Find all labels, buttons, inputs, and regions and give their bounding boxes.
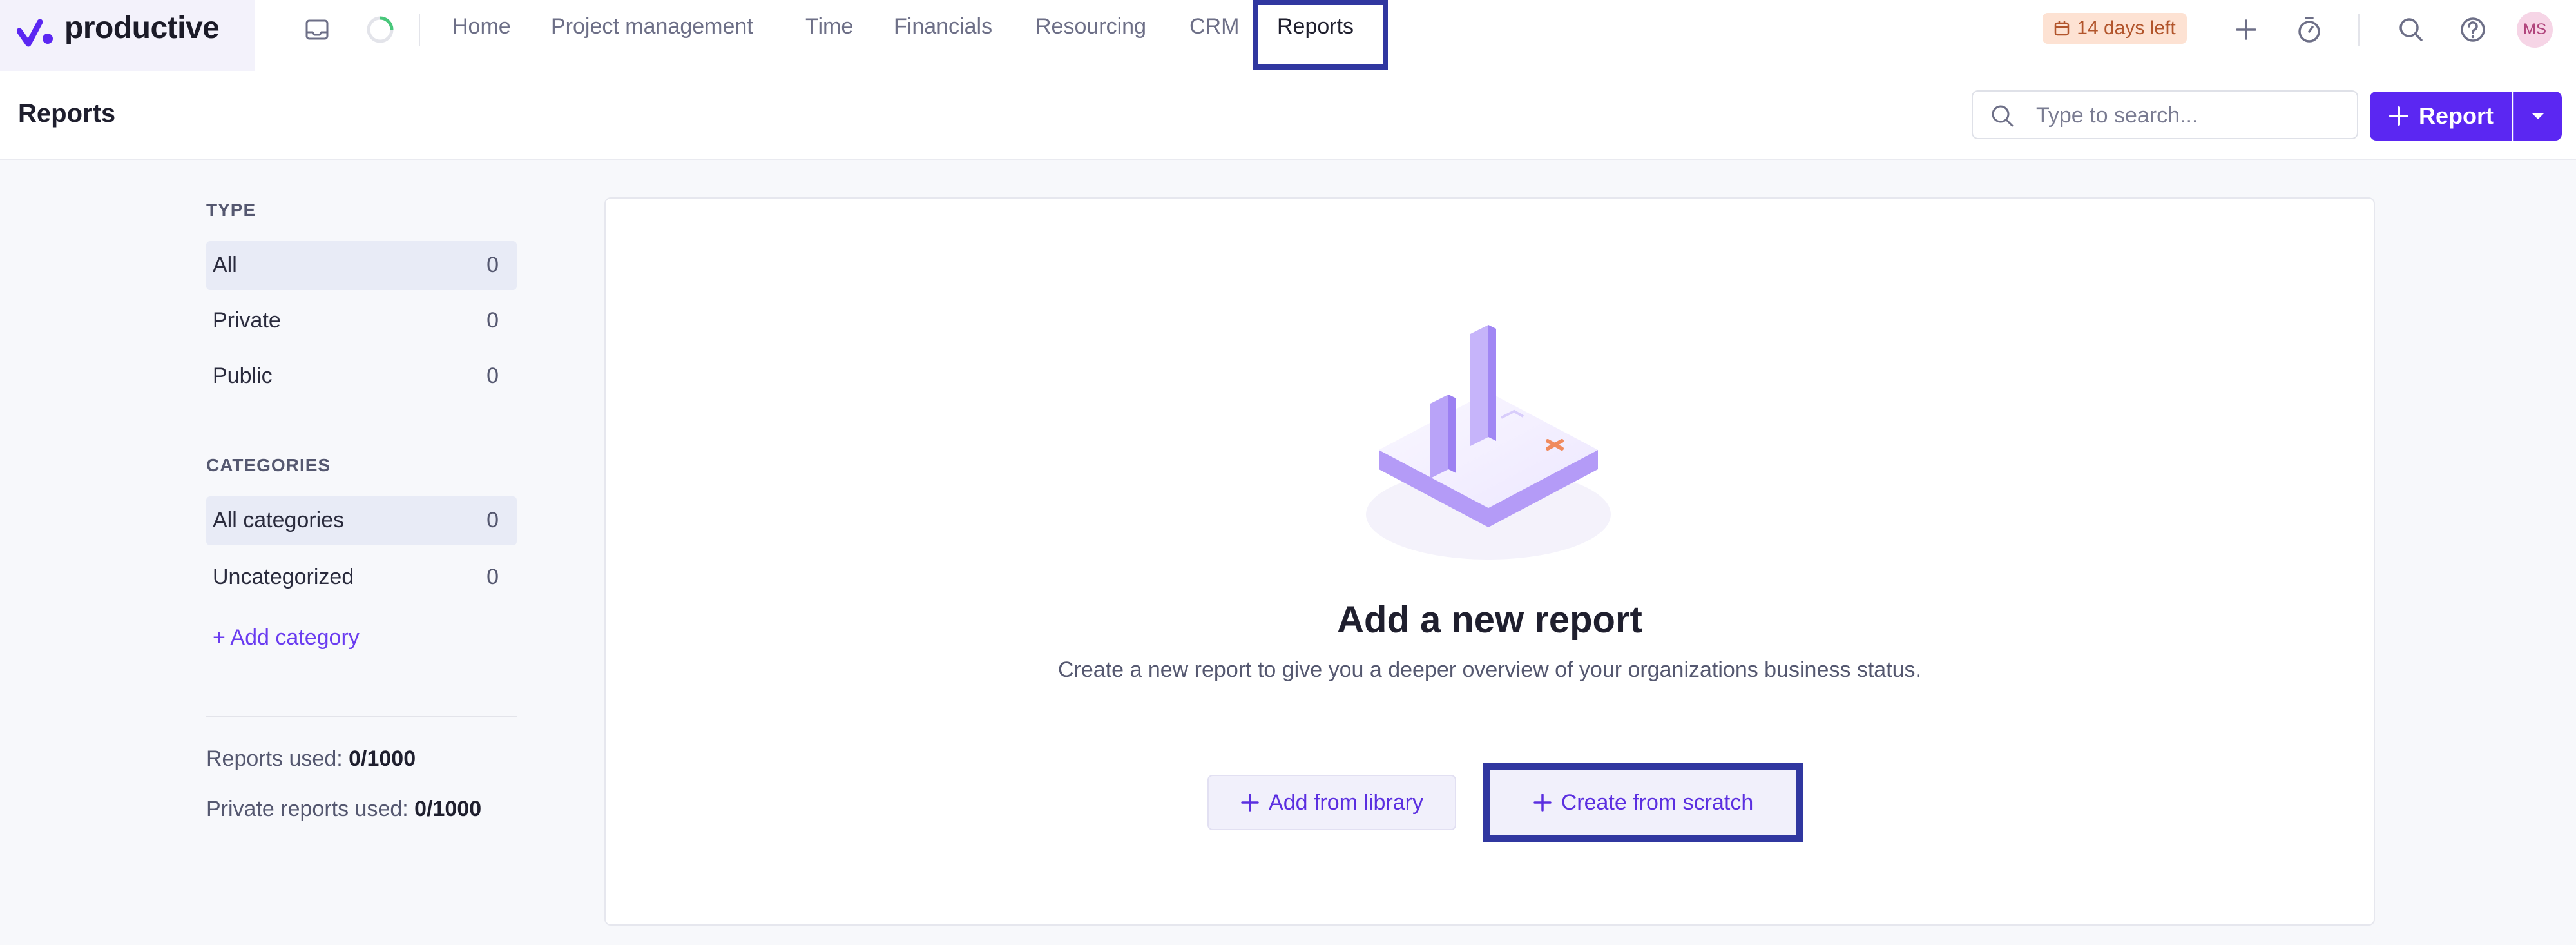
create-from-scratch-button[interactable]: Create from scratch bbox=[1483, 763, 1803, 842]
category-filter-count: 0 bbox=[486, 508, 499, 532]
type-filter-public[interactable]: Public 0 bbox=[206, 352, 517, 401]
trial-badge[interactable]: 14 days left bbox=[2043, 13, 2187, 44]
private-reports-used-label: Private reports used: bbox=[206, 797, 409, 821]
page-title: Reports bbox=[18, 99, 116, 128]
nav-divider bbox=[419, 14, 420, 46]
user-avatar[interactable]: MS bbox=[2517, 12, 2553, 48]
type-filter-all[interactable]: All 0 bbox=[206, 241, 517, 290]
nav-link-home[interactable]: Home bbox=[452, 14, 511, 39]
reports-used: Reports used: 0/1000 bbox=[206, 746, 416, 772]
plus-icon[interactable] bbox=[2231, 14, 2262, 45]
nav-link-crm[interactable]: CRM bbox=[1189, 14, 1239, 39]
logo[interactable]: productive bbox=[0, 0, 255, 71]
search-input[interactable] bbox=[2035, 101, 2347, 130]
nav-divider bbox=[2358, 14, 2360, 46]
nav-link-financials[interactable]: Financials bbox=[894, 14, 992, 39]
nav-link-time[interactable]: Time bbox=[805, 14, 853, 39]
sidebar-divider bbox=[206, 716, 517, 717]
category-filter-uncategorized[interactable]: Uncategorized 0 bbox=[206, 553, 517, 602]
page-header: Reports Report bbox=[0, 71, 2576, 160]
search-field[interactable] bbox=[1972, 90, 2358, 139]
logo-text: productive bbox=[64, 11, 220, 45]
plus-icon bbox=[1241, 794, 1259, 812]
private-reports-used: Private reports used: 0/1000 bbox=[206, 797, 481, 822]
type-filter-count: 0 bbox=[486, 308, 499, 333]
category-filter-label: Uncategorized bbox=[213, 565, 354, 589]
search-icon[interactable] bbox=[2396, 14, 2427, 45]
report-dropdown-button[interactable] bbox=[2513, 92, 2562, 141]
empty-state-title: Add a new report bbox=[1337, 599, 1642, 641]
type-filter-count: 0 bbox=[486, 253, 499, 277]
categories-section-label: CATEGORIES bbox=[206, 455, 331, 475]
empty-state-subtitle: Create a new report to give you a deeper… bbox=[1058, 658, 1921, 682]
add-from-library-button[interactable]: Add from library bbox=[1207, 775, 1456, 830]
calendar-icon bbox=[2055, 21, 2070, 36]
create-from-scratch-label: Create from scratch bbox=[1561, 790, 1754, 815]
category-filter-label: All categories bbox=[213, 508, 345, 532]
nav-link-project-management[interactable]: Project management bbox=[551, 14, 753, 39]
timer-icon[interactable] bbox=[2294, 14, 2325, 45]
type-section-label: TYPE bbox=[206, 200, 256, 220]
plus-icon bbox=[2389, 106, 2408, 126]
type-filter-private[interactable]: Private 0 bbox=[206, 297, 517, 346]
reports-used-label: Reports used: bbox=[206, 746, 343, 771]
reports-used-value: 0/1000 bbox=[349, 746, 416, 771]
type-filter-label: Public bbox=[213, 364, 273, 388]
nav-link-resourcing[interactable]: Resourcing bbox=[1035, 14, 1146, 39]
add-category-link[interactable]: + Add category bbox=[213, 625, 360, 650]
chevron-down-icon bbox=[2532, 113, 2544, 119]
new-report-label: Report bbox=[2419, 102, 2494, 129]
search-icon bbox=[1992, 105, 2014, 127]
type-filter-label: All bbox=[213, 253, 237, 277]
empty-state-card: Add a new report Create a new report to … bbox=[604, 197, 2375, 926]
top-navigation: productive Home Project management Time … bbox=[0, 0, 2576, 72]
type-filter-count: 0 bbox=[486, 364, 499, 388]
new-report-button[interactable]: Report bbox=[2370, 92, 2512, 141]
report-illustration-icon bbox=[1366, 325, 1611, 560]
private-reports-used-value: 0/1000 bbox=[414, 797, 482, 821]
plus-icon bbox=[1533, 794, 1552, 812]
nav-reports-highlight bbox=[1253, 0, 1388, 70]
avatar-initials: MS bbox=[2523, 21, 2546, 38]
inbox-icon[interactable] bbox=[302, 14, 332, 45]
category-filter-count: 0 bbox=[486, 565, 499, 589]
type-filter-label: Private bbox=[213, 308, 281, 333]
help-icon[interactable] bbox=[2457, 14, 2488, 45]
trial-badge-label: 14 days left bbox=[2077, 17, 2176, 39]
add-from-library-label: Add from library bbox=[1269, 790, 1423, 815]
productive-logo-icon bbox=[17, 19, 53, 47]
category-filter-all[interactable]: All categories 0 bbox=[206, 496, 517, 545]
progress-ring-icon[interactable] bbox=[365, 14, 396, 45]
